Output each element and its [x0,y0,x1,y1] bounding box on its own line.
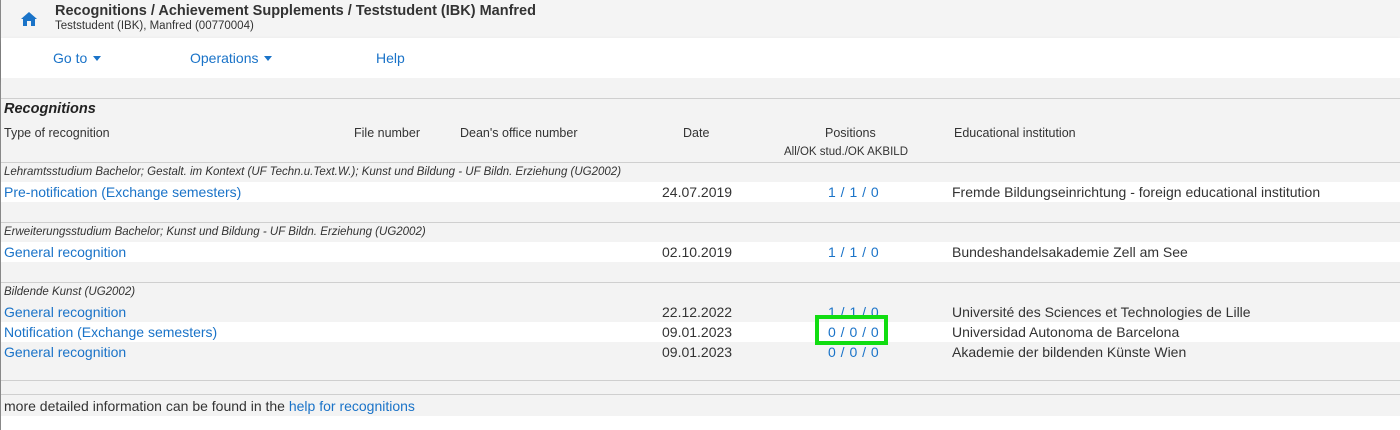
educational-institution: Bundeshandelsakademie Zell am See [952,244,1188,260]
footer-text: more detailed information can be found i… [4,398,289,414]
caret-down-icon [93,56,102,61]
group-label: Lehramtsstudium Bachelor; Gestalt. im Ko… [4,166,622,178]
educational-institution: Akademie der bildenden Künste Wien [952,344,1187,360]
recognition-type-link[interactable]: General recognition [4,344,126,360]
student-name: Teststudent (IBK), Manfred (00770004) [55,20,254,32]
recognition-type-link[interactable]: Pre-notification (Exchange semesters) [4,184,241,200]
positions-link[interactable]: 1 / 1 / 0 [828,184,879,200]
recognition-type-link[interactable]: Notification (Exchange semesters) [4,324,217,340]
group-label: Bildende Kunst (UG2002) [4,286,136,298]
table-row: Notification (Exchange semesters) 09.01.… [1,322,1400,342]
goto-menu-label: Go to [53,50,88,66]
page-title: Recognitions / Achievement Supplements /… [55,3,536,19]
group-header: Bildende Kunst (UG2002) [1,282,1400,302]
goto-menu[interactable]: Go to [53,50,102,66]
divider [1,380,1400,381]
section-title: Recognitions [4,101,96,117]
home-icon[interactable] [21,12,37,26]
bottom-area [1,416,1400,430]
educational-institution: Universidad Autonoma de Barcelona [952,324,1180,340]
operations-menu-label: Operations [190,50,259,66]
help-recognitions-link[interactable]: help for recognitions [289,398,415,414]
table-row: Pre-notification (Exchange semesters) 24… [1,182,1400,202]
positions-link[interactable]: 1 / 1 / 0 [828,244,879,260]
educational-institution: Université des Sciences et Technologies … [952,304,1251,320]
highlight-box [815,315,888,345]
table-row: General recognition 09.01.2023 0 / 0 / 0… [1,342,1400,362]
column-header-institution: Educational institution [954,126,1076,140]
table-row: General recognition 22.12.2022 1 / 1 / 0… [1,302,1400,322]
column-header-date: Date [683,126,710,140]
menu-bar: Go to Operations Help [1,38,1400,78]
recognition-type-link[interactable]: General recognition [4,244,126,260]
column-header-file-number: File number [354,126,420,140]
group-header: Erweiterungsstudium Bachelor; Kunst und … [1,222,1400,242]
recognition-date: 02.10.2019 [662,244,733,260]
group-header: Lehramtsstudium Bachelor; Gestalt. im Ko… [1,162,1400,182]
column-header-positions: Positions [825,126,876,140]
divider [1,394,1400,395]
recognitions-page: Recognitions / Achievement Supplements /… [0,0,1400,430]
table-row: General recognition 02.10.2019 1 / 1 / 0… [1,242,1400,262]
footer-note: more detailed information can be found i… [4,398,415,414]
column-header-deans-office-number: Dean's office number [460,126,578,140]
educational-institution: Fremde Bildungseinrichtung - foreign edu… [952,184,1321,200]
group-label: Erweiterungsstudium Bachelor; Kunst und … [4,226,426,238]
page-header: Recognitions / Achievement Supplements /… [1,0,1400,38]
divider [1,98,1400,99]
recognition-date: 22.12.2022 [662,304,733,320]
operations-menu[interactable]: Operations [190,50,273,66]
positions-link[interactable]: 0 / 0 / 0 [828,344,879,360]
recognition-date: 09.01.2023 [662,324,733,340]
help-menu[interactable]: Help [376,50,405,66]
recognitions-section: Recognitions Type of recognition File nu… [1,78,1400,430]
recognition-type-link[interactable]: General recognition [4,304,126,320]
column-header-positions-sub: All/OK stud./OK AKBILD [784,146,908,158]
recognition-date: 24.07.2019 [662,184,733,200]
recognition-date: 09.01.2023 [662,344,733,360]
caret-down-icon [264,56,273,61]
column-header-type: Type of recognition [4,126,110,140]
